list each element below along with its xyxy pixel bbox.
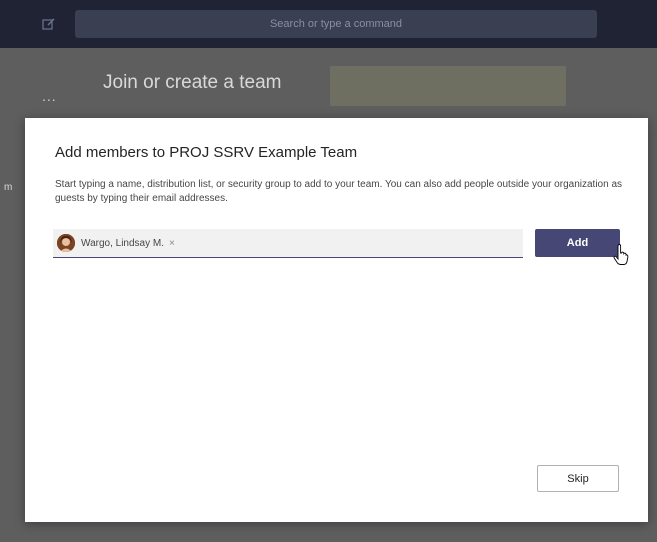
people-picker-input[interactable]: Wargo, Lindsay M. × <box>53 229 523 258</box>
background-panel <box>330 66 566 106</box>
skip-button[interactable]: Skip <box>537 465 619 492</box>
compose-icon[interactable] <box>40 15 58 33</box>
selected-person-chip: Wargo, Lindsay M. × <box>57 232 175 254</box>
background-edge-text: m <box>4 182 13 193</box>
add-members-dialog: Add members to PROJ SSRV Example Team St… <box>25 118 648 522</box>
background-page-title: Join or create a team <box>103 72 282 93</box>
hand-cursor-icon <box>612 244 630 266</box>
more-options-icon: ... <box>42 88 57 104</box>
dialog-description: Start typing a name, distribution list, … <box>55 179 623 204</box>
remove-person-icon[interactable]: × <box>169 238 175 249</box>
top-bar: Search or type a command <box>0 0 657 48</box>
search-input[interactable]: Search or type a command <box>75 10 597 38</box>
dialog-title: Add members to PROJ SSRV Example Team <box>55 144 358 161</box>
person-avatar <box>57 234 75 252</box>
selected-person-name: Wargo, Lindsay M. <box>81 237 164 249</box>
add-button[interactable]: Add <box>535 229 620 257</box>
